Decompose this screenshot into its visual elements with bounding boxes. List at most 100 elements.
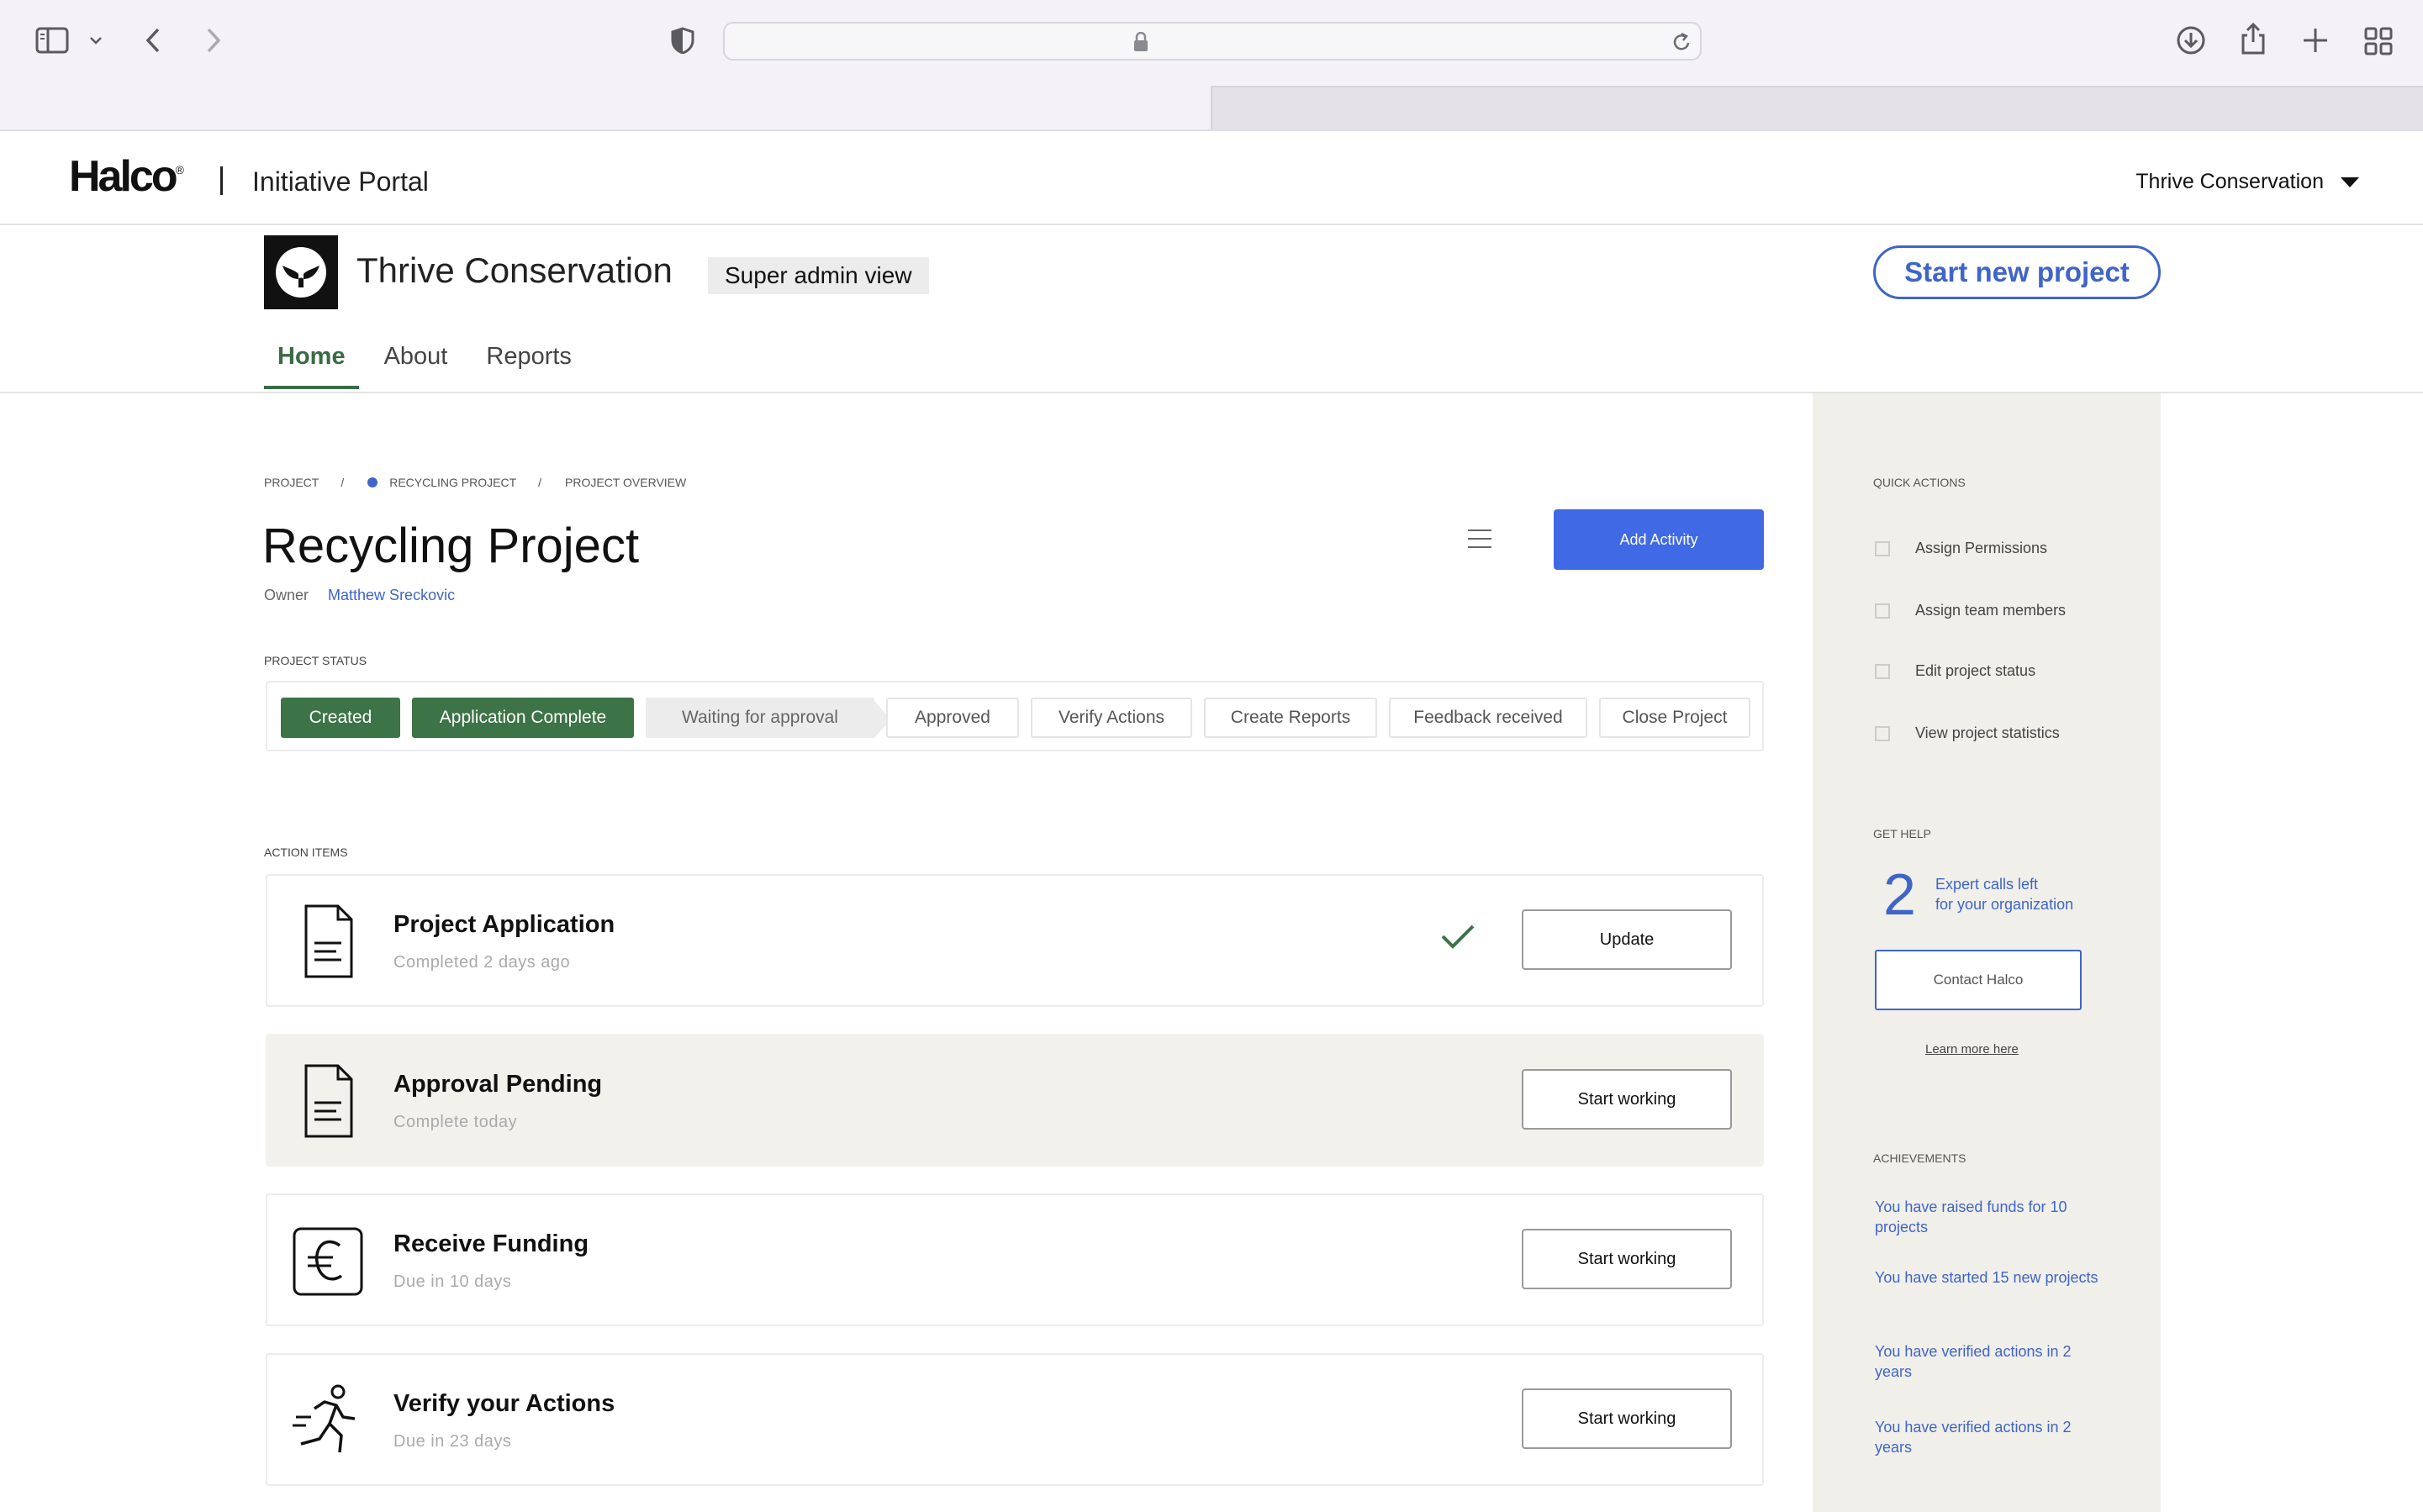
status-step-waiting-for-approval[interactable]: Waiting for approval — [646, 698, 891, 740]
action-item-approval-pending: Approval Pending Complete today Start wo… — [266, 1034, 1764, 1167]
action-item-receive-funding: Receive Funding Due in 10 days Start wor… — [266, 1193, 1764, 1326]
sidebar-icon[interactable] — [35, 27, 69, 54]
breadcrumb-separator: / — [538, 476, 542, 489]
checkmark-icon — [1441, 925, 1475, 949]
add-activity-button[interactable]: Add Activity — [1554, 509, 1764, 570]
status-step-application-complete[interactable]: Application Complete — [412, 698, 634, 738]
status-step-feedback-received[interactable]: Feedback received — [1389, 698, 1587, 738]
action-subtitle: Completed 2 days ago — [393, 953, 571, 972]
achievement-item: You have verified actions in 2 years — [1875, 1343, 2072, 1380]
status-step-close-project[interactable]: Close Project — [1599, 698, 1750, 738]
site-header: Halco® Initiative Portal Thrive Conserva… — [0, 131, 2423, 225]
tab-reports[interactable]: Reports — [472, 343, 585, 389]
project-owner: Owner Matthew Sreckovic — [264, 587, 455, 604]
tab-overview-icon[interactable] — [2364, 27, 2393, 55]
reload-icon[interactable] — [1671, 31, 1692, 53]
start-working-button[interactable]: Start working — [1522, 1069, 1732, 1130]
browser-tab-strip[interactable] — [1211, 86, 2423, 131]
checkbox[interactable] — [1875, 540, 1890, 556]
org-name: Thrive Conservation — [356, 250, 673, 290]
breadcrumb-recycling-project[interactable]: Recycling Project — [389, 476, 516, 489]
quick-actions-label: Quick Actions — [1873, 476, 1966, 489]
euro-icon — [293, 1227, 363, 1296]
action-title: Approval Pending — [393, 1071, 603, 1098]
org-selector-label: Thrive Conservation — [2135, 170, 2324, 193]
share-icon[interactable] — [2240, 22, 2267, 55]
quick-action-label: Assign team members — [1915, 602, 2067, 619]
page-title: Recycling Project — [262, 519, 640, 573]
shield-icon[interactable] — [671, 27, 694, 54]
forward-icon[interactable] — [205, 27, 222, 54]
org-tabs: Home About Reports — [264, 343, 597, 389]
action-subtitle: Due in 23 days — [393, 1432, 512, 1451]
breadcrumb-project[interactable]: Project — [264, 476, 319, 489]
status-step-approved[interactable]: Approved — [886, 698, 1019, 738]
org-banner: Thrive Conservation Super admin view Sta… — [0, 225, 2423, 393]
quick-action-label: Edit project status — [1915, 662, 2036, 679]
tab-about[interactable]: About — [371, 343, 462, 389]
quick-action-assign-permissions[interactable]: Assign Permissions — [1875, 540, 2047, 557]
new-tab-icon[interactable] — [2302, 27, 2329, 54]
project-status-label: Project Status — [264, 654, 367, 667]
hamburger-menu-icon[interactable] — [1468, 529, 1491, 555]
status-step-create-reports[interactable]: Create Reports — [1204, 698, 1377, 738]
caret-down-icon — [2341, 176, 2359, 187]
achievement-item: You have started 15 new projects — [1875, 1269, 2098, 1286]
expert-calls-text: Expert calls left for your organization — [1935, 876, 2074, 913]
whale-tail-icon — [276, 247, 326, 298]
chevron-down-icon[interactable] — [89, 35, 103, 45]
download-icon[interactable] — [2176, 25, 2206, 55]
contact-halco-button[interactable]: Contact Halco — [1875, 950, 2082, 1010]
achievement-item: You have raised funds for 10 projects — [1875, 1199, 2067, 1235]
portal-title: Initiative Portal — [252, 166, 429, 197]
start-working-button[interactable]: Start working — [1522, 1229, 1732, 1289]
action-title: Project Application — [393, 911, 615, 938]
back-icon[interactable] — [145, 27, 161, 54]
halco-logo[interactable]: Halco® — [69, 151, 184, 202]
status-step-created[interactable]: Created — [281, 698, 400, 738]
action-title: Verify your Actions — [393, 1390, 615, 1417]
admin-view-badge: Super admin view — [708, 257, 929, 294]
status-stepper: Created Application Complete Waiting for… — [266, 681, 1764, 751]
update-button[interactable]: Update — [1522, 909, 1732, 970]
learn-more-link[interactable]: Learn more here — [1925, 1042, 2019, 1056]
action-items-label: Action Items — [264, 846, 348, 859]
get-help-label: Get Help — [1873, 827, 1931, 840]
org-selector[interactable]: Thrive Conservation — [2135, 170, 2359, 194]
breadcrumb-separator: / — [340, 476, 345, 489]
tab-home[interactable]: Home — [264, 343, 359, 389]
checkbox[interactable] — [1875, 725, 1890, 741]
checkbox[interactable] — [1875, 603, 1890, 619]
quick-action-view-project-statistics[interactable]: View project statistics — [1875, 724, 2060, 742]
browser-chrome — [0, 0, 2423, 131]
action-subtitle: Complete today — [393, 1113, 518, 1131]
action-title: Receive Funding — [393, 1230, 589, 1257]
sidebar: Quick Actions Assign Permissions Assign … — [1813, 393, 2161, 1512]
action-item-verify-actions: Verify your Actions Due in 23 days Start… — [266, 1353, 1764, 1486]
checkbox[interactable] — [1875, 663, 1890, 679]
breadcrumb: Project / Recycling Project / Project Ov… — [264, 476, 686, 489]
achievements-label: Achievements — [1873, 1151, 1966, 1165]
achievement-item: You have verified actions in 2 years — [1875, 1419, 2072, 1456]
running-person-icon — [293, 1384, 356, 1453]
owner-label: Owner — [264, 587, 309, 603]
start-working-button[interactable]: Start working — [1522, 1388, 1732, 1449]
owner-link[interactable]: Matthew Sreckovic — [328, 587, 455, 603]
address-bar[interactable] — [723, 22, 1702, 61]
quick-action-label: View project statistics — [1915, 724, 2060, 741]
action-item-project-application: Project Application Completed 2 days ago… — [266, 874, 1764, 1007]
expert-calls-count: 2 — [1883, 861, 1916, 927]
document-icon — [304, 904, 353, 978]
start-new-project-button[interactable]: Start new project — [1873, 245, 2161, 299]
document-icon — [304, 1064, 353, 1138]
quick-action-label: Assign Permissions — [1915, 540, 2048, 556]
org-logo — [264, 235, 338, 309]
status-step-verify-actions[interactable]: Verify Actions — [1031, 698, 1192, 738]
quick-action-assign-team-members[interactable]: Assign team members — [1875, 602, 2066, 619]
breadcrumb-project-overview[interactable]: Project Overview — [565, 476, 686, 489]
breadcrumb-dot-icon — [367, 477, 378, 487]
header-divider — [220, 166, 223, 195]
lock-icon — [1134, 32, 1148, 51]
quick-action-edit-project-status[interactable]: Edit project status — [1875, 662, 2035, 680]
action-subtitle: Due in 10 days — [393, 1272, 512, 1291]
